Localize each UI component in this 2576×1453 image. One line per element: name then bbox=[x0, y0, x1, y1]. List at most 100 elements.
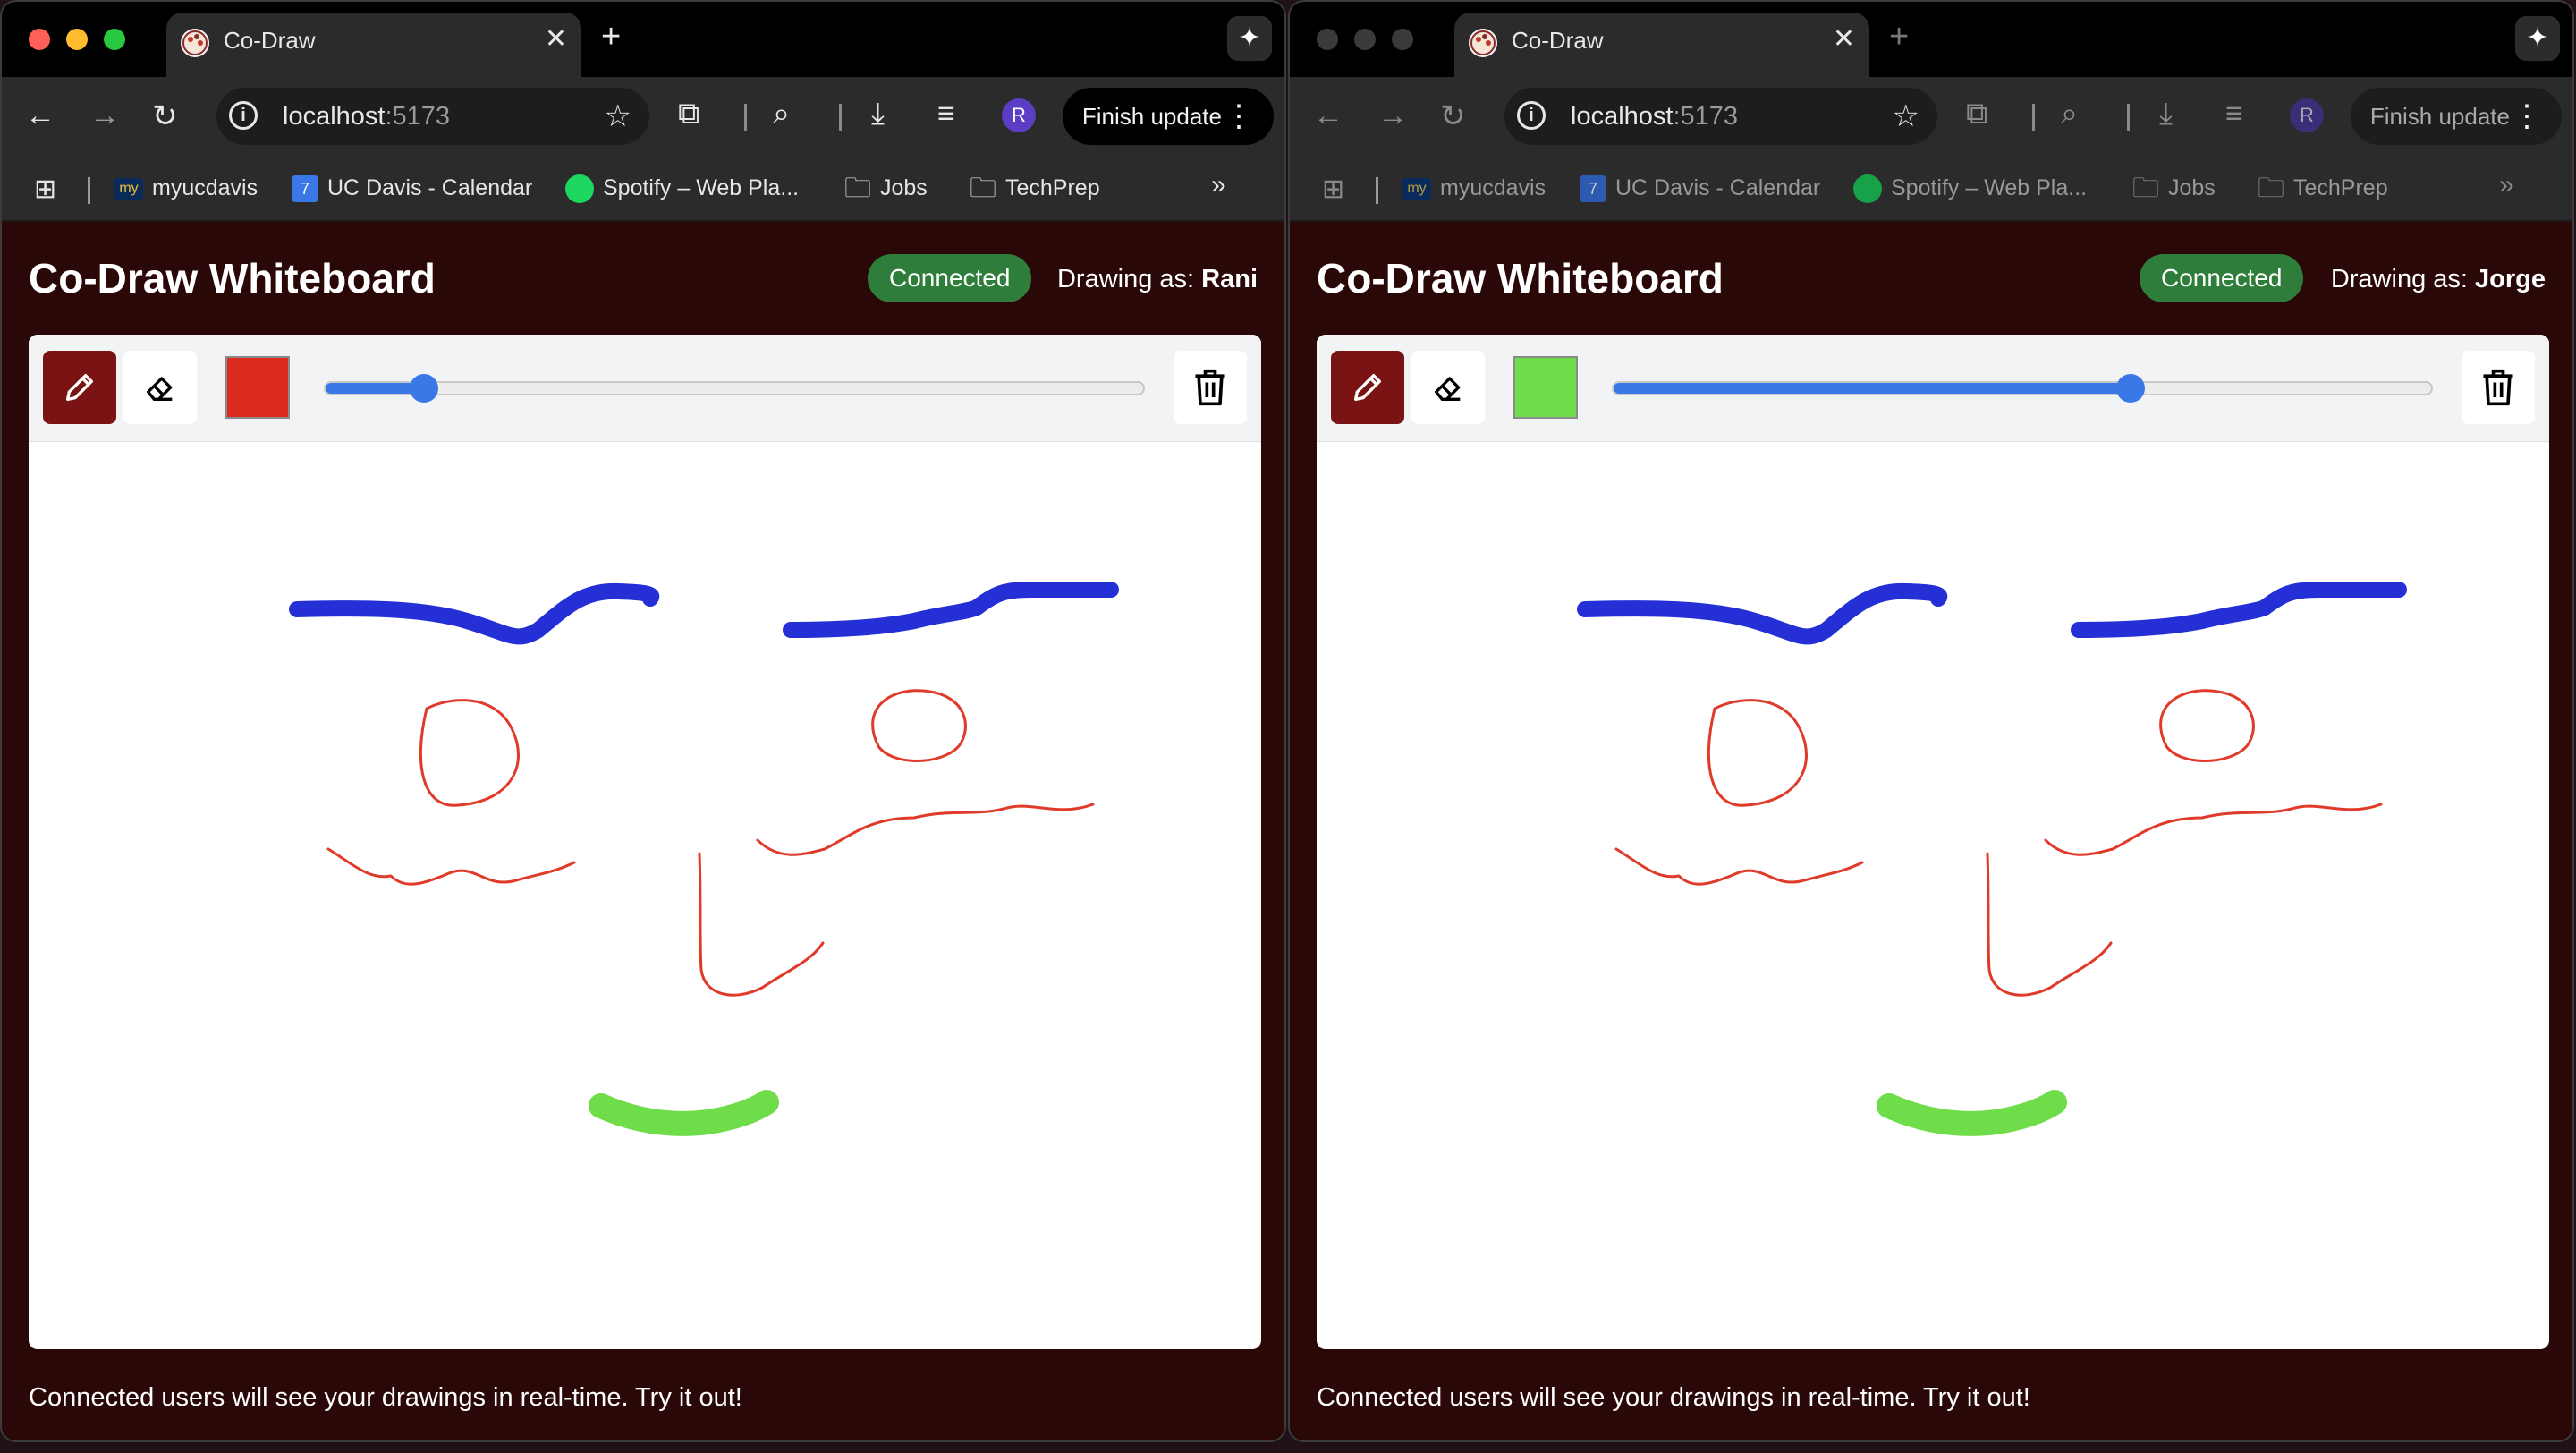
finish-update-label: Finish update bbox=[2369, 103, 2510, 130]
site-info-icon[interactable]: i bbox=[1517, 101, 1546, 130]
minimize-window-button[interactable] bbox=[66, 29, 88, 50]
finish-update-button[interactable]: Finish update ⋮ bbox=[2350, 88, 2562, 145]
status-badge: Connected bbox=[868, 254, 1032, 302]
eraser-tool-button[interactable] bbox=[123, 351, 197, 424]
bookmarks-bar: ⊞ my myucdavis 7 UC Davis - Calendar Spoti… bbox=[2, 156, 1284, 222]
apps-grid-icon[interactable]: ⊞ bbox=[1322, 174, 1344, 205]
profile-avatar[interactable]: R bbox=[1002, 98, 1036, 132]
spotify-icon bbox=[1853, 174, 1882, 204]
maximize-window-button[interactable] bbox=[1392, 29, 1413, 50]
minimize-window-button[interactable] bbox=[1354, 29, 1376, 50]
address-bar[interactable]: i localhost:5173 ☆ bbox=[1504, 88, 1937, 145]
red-stroke-left-eye bbox=[1707, 699, 1808, 807]
palette-icon bbox=[181, 29, 209, 57]
bookmark-myucdavis[interactable]: my myucdavis bbox=[114, 170, 258, 206]
tab-close-icon[interactable]: ✕ bbox=[545, 23, 567, 55]
finish-update-button[interactable]: Finish update ⋮ bbox=[1062, 88, 1274, 145]
reload-icon[interactable]: ↻ bbox=[152, 98, 178, 134]
myucdavis-icon: my bbox=[114, 178, 143, 200]
toolbar-divider bbox=[2127, 104, 2130, 131]
footer-note: Connected users will see your drawings i… bbox=[29, 1383, 742, 1412]
tab-search-icon[interactable]: ⌕ bbox=[2061, 97, 2078, 132]
red-stroke-right-cheek bbox=[756, 803, 1095, 856]
eraser-tool-button[interactable] bbox=[1411, 351, 1485, 424]
browser-toolbar: ← → ↻ i localhost:5173 ☆ ⧉ ⌕ ⤓ ≡ R Finis… bbox=[2, 77, 1284, 156]
tab-co-draw[interactable]: Co-Draw ✕ bbox=[1454, 13, 1869, 77]
extensions-puzzle-icon[interactable]: ⧉ bbox=[1966, 97, 1987, 132]
color-swatch[interactable] bbox=[225, 356, 290, 419]
page-title: Co-Draw Whiteboard bbox=[1317, 255, 1724, 302]
new-tab-plus-icon[interactable]: + bbox=[1889, 18, 1909, 56]
drawing-canvas[interactable] bbox=[1317, 442, 2549, 1349]
clear-canvas-button[interactable] bbox=[2462, 351, 2535, 424]
download-icon[interactable]: ⤓ bbox=[871, 97, 885, 132]
folder-icon: 🗀 bbox=[2132, 174, 2159, 204]
drawing-toolbar bbox=[1317, 335, 2549, 442]
reload-icon[interactable]: ↻ bbox=[1440, 98, 1466, 134]
drawing-canvas[interactable] bbox=[29, 442, 1261, 1349]
extensions-puzzle-icon[interactable]: ⧉ bbox=[678, 97, 699, 132]
footer-note: Connected users will see your drawings i… bbox=[1317, 1383, 2030, 1412]
apps-grid-icon[interactable]: ⊞ bbox=[34, 174, 56, 205]
slider-thumb[interactable] bbox=[410, 374, 439, 403]
site-info-icon[interactable]: i bbox=[229, 101, 258, 130]
bookmark-spotify[interactable]: Spotify – Web Pla... bbox=[1853, 170, 2087, 206]
current-user-name: Jorge bbox=[2475, 265, 2546, 293]
bookmark-star-icon[interactable]: ☆ bbox=[1893, 98, 1919, 134]
red-stroke-left-cheek bbox=[1614, 847, 1864, 886]
profile-avatar[interactable]: R bbox=[2290, 98, 2324, 132]
maximize-window-button[interactable] bbox=[104, 29, 125, 50]
pencil-icon bbox=[1354, 374, 1381, 401]
bookmark-uc-davis-calendar[interactable]: 7 UC Davis - Calendar bbox=[292, 170, 532, 206]
url-text: localhost:5173 bbox=[1571, 102, 1739, 131]
pencil-tool-button[interactable] bbox=[43, 351, 116, 424]
toolbar-divider bbox=[744, 104, 747, 131]
pencil-tool-button[interactable] bbox=[1331, 351, 1404, 424]
clear-canvas-button[interactable] bbox=[1174, 351, 1247, 424]
more-bookmarks-chevron-icon[interactable]: » bbox=[1211, 170, 1226, 200]
calendar-icon: 7 bbox=[292, 175, 318, 203]
eraser-icon bbox=[1435, 377, 1461, 401]
close-window-button[interactable] bbox=[1317, 29, 1338, 50]
tab-close-icon[interactable]: ✕ bbox=[1833, 23, 1855, 55]
slider-fill bbox=[1614, 383, 2131, 394]
reading-list-icon[interactable]: ≡ bbox=[937, 97, 955, 132]
forward-arrow-icon[interactable]: → bbox=[89, 98, 120, 133]
bookmarks-bar: ⊞ my myucdavis 7 UC Davis - Calendar Spoti… bbox=[1290, 156, 2572, 222]
red-stroke-nose bbox=[1986, 852, 2113, 997]
reading-list-icon[interactable]: ≡ bbox=[2225, 97, 2243, 132]
bookmark-techprep[interactable]: 🗀 TechPrep bbox=[970, 170, 1100, 206]
myucdavis-icon: my bbox=[1402, 178, 1431, 200]
pencil-icon bbox=[66, 374, 94, 401]
red-stroke-right-eye bbox=[871, 689, 967, 762]
brush-size-slider[interactable] bbox=[324, 374, 1145, 403]
bookmark-myucdavis[interactable]: my myucdavis bbox=[1402, 170, 1546, 206]
bookmark-uc-davis-calendar[interactable]: 7 UC Davis - Calendar bbox=[1580, 170, 1820, 206]
address-bar[interactable]: i localhost:5173 ☆ bbox=[216, 88, 649, 145]
calendar-icon: 7 bbox=[1580, 175, 1606, 203]
brush-size-slider[interactable] bbox=[1612, 374, 2433, 403]
bookmark-jobs[interactable]: 🗀 Jobs bbox=[844, 170, 928, 206]
bookmark-spotify[interactable]: Spotify – Web Pla... bbox=[565, 170, 799, 206]
download-icon[interactable]: ⤓ bbox=[2159, 97, 2173, 132]
new-tab-plus-icon[interactable]: + bbox=[601, 18, 621, 56]
bookmark-jobs[interactable]: 🗀 Jobs bbox=[2132, 170, 2216, 206]
bookmarks-divider bbox=[1376, 177, 1378, 204]
bookmark-techprep[interactable]: 🗀 TechPrep bbox=[2258, 170, 2388, 206]
bookmark-star-icon[interactable]: ☆ bbox=[605, 98, 631, 134]
back-arrow-icon[interactable]: ← bbox=[25, 98, 55, 133]
forward-arrow-icon[interactable]: → bbox=[1377, 98, 1408, 133]
gemini-sparkle-icon[interactable]: ✦ bbox=[2515, 16, 2560, 61]
tab-co-draw[interactable]: Co-Draw ✕ bbox=[166, 13, 581, 77]
bookmarks-divider bbox=[88, 177, 90, 204]
color-swatch[interactable] bbox=[1513, 356, 1578, 419]
gemini-sparkle-icon[interactable]: ✦ bbox=[1227, 16, 1272, 61]
back-arrow-icon[interactable]: ← bbox=[1313, 98, 1343, 133]
slider-thumb[interactable] bbox=[2116, 374, 2146, 403]
more-bookmarks-chevron-icon[interactable]: » bbox=[2499, 170, 2514, 200]
red-stroke-left-cheek bbox=[326, 847, 576, 886]
close-window-button[interactable] bbox=[29, 29, 50, 50]
blue-stroke-left-brow bbox=[289, 582, 660, 645]
tab-title: Co-Draw bbox=[1512, 27, 1604, 54]
tab-search-icon[interactable]: ⌕ bbox=[773, 97, 790, 132]
